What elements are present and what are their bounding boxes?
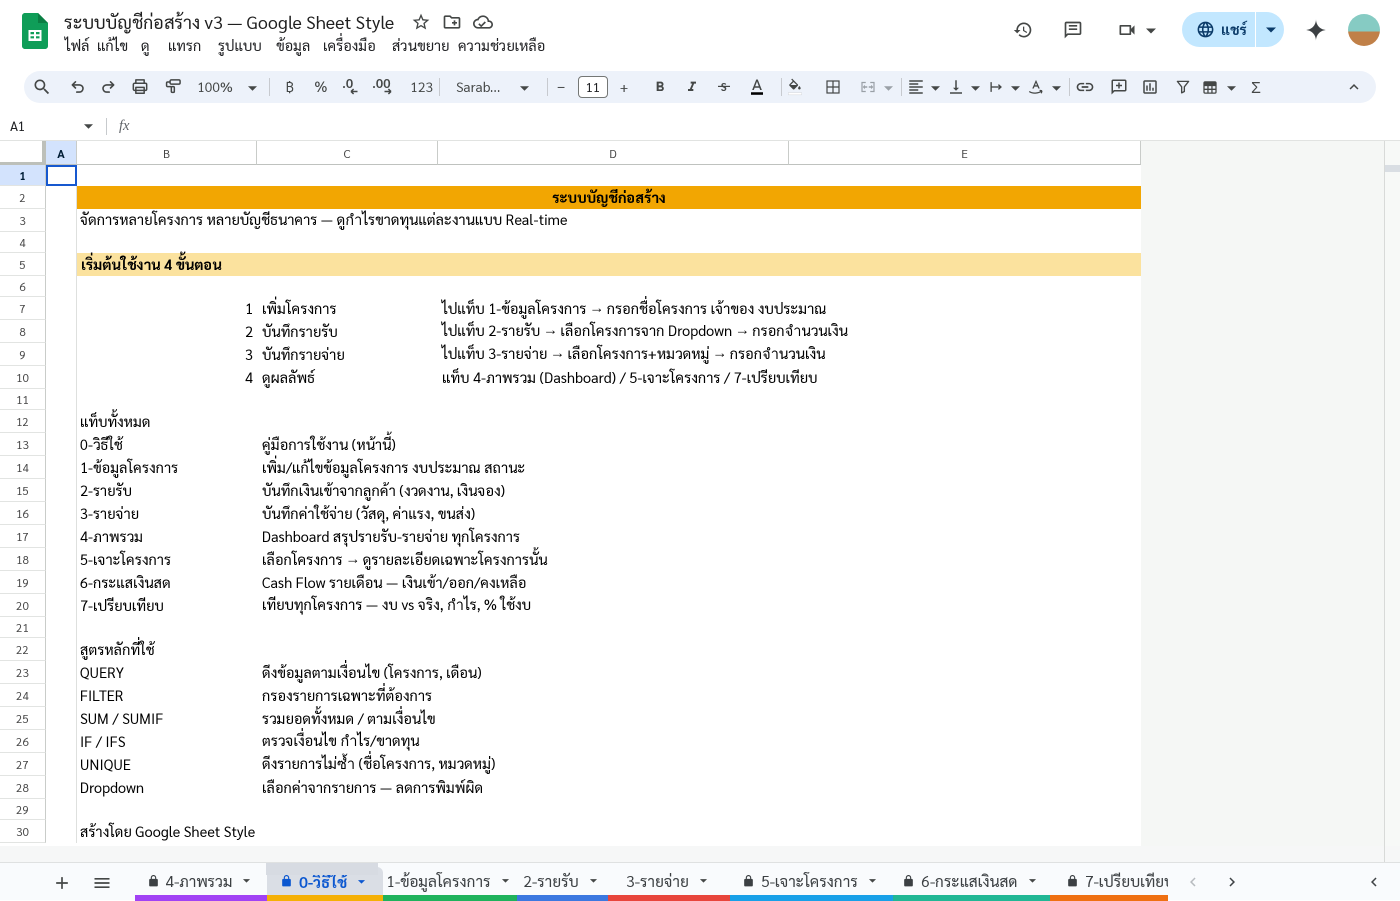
svg-text:.0: .0 bbox=[342, 75, 354, 92]
